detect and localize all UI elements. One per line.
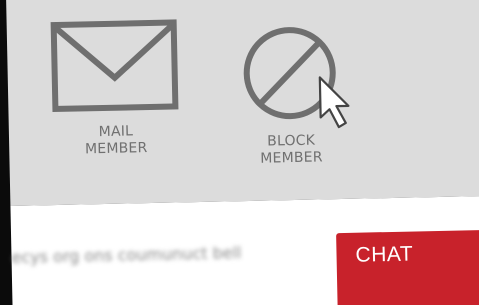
chat-button[interactable]: CHAT	[336, 229, 479, 305]
chat-button-label: CHAT	[355, 242, 414, 267]
block-label-line2: MEMBER	[260, 149, 323, 167]
mail-label-line2: MEMBER	[84, 140, 148, 158]
member-actions-toolbar: MAIL MEMBER BLOCK MEMBER	[6, 0, 479, 206]
screenshot-stage: MAIL MEMBER BLOCK MEMBER ecys org ons co	[0, 0, 479, 305]
mail-member-button[interactable]: MAIL MEMBER	[47, 18, 184, 159]
screen: MAIL MEMBER BLOCK MEMBER ecys org ons co	[6, 0, 479, 305]
mail-member-label: MAIL MEMBER	[49, 122, 184, 159]
content-area: ecys org ons coumunuct bell CHAT	[10, 195, 479, 305]
blurred-text: ecys org ons coumunuct bell	[11, 243, 242, 267]
mouse-pointer-icon	[318, 76, 350, 129]
block-member-label: BLOCK MEMBER	[231, 132, 352, 169]
mail-icon	[50, 19, 179, 113]
